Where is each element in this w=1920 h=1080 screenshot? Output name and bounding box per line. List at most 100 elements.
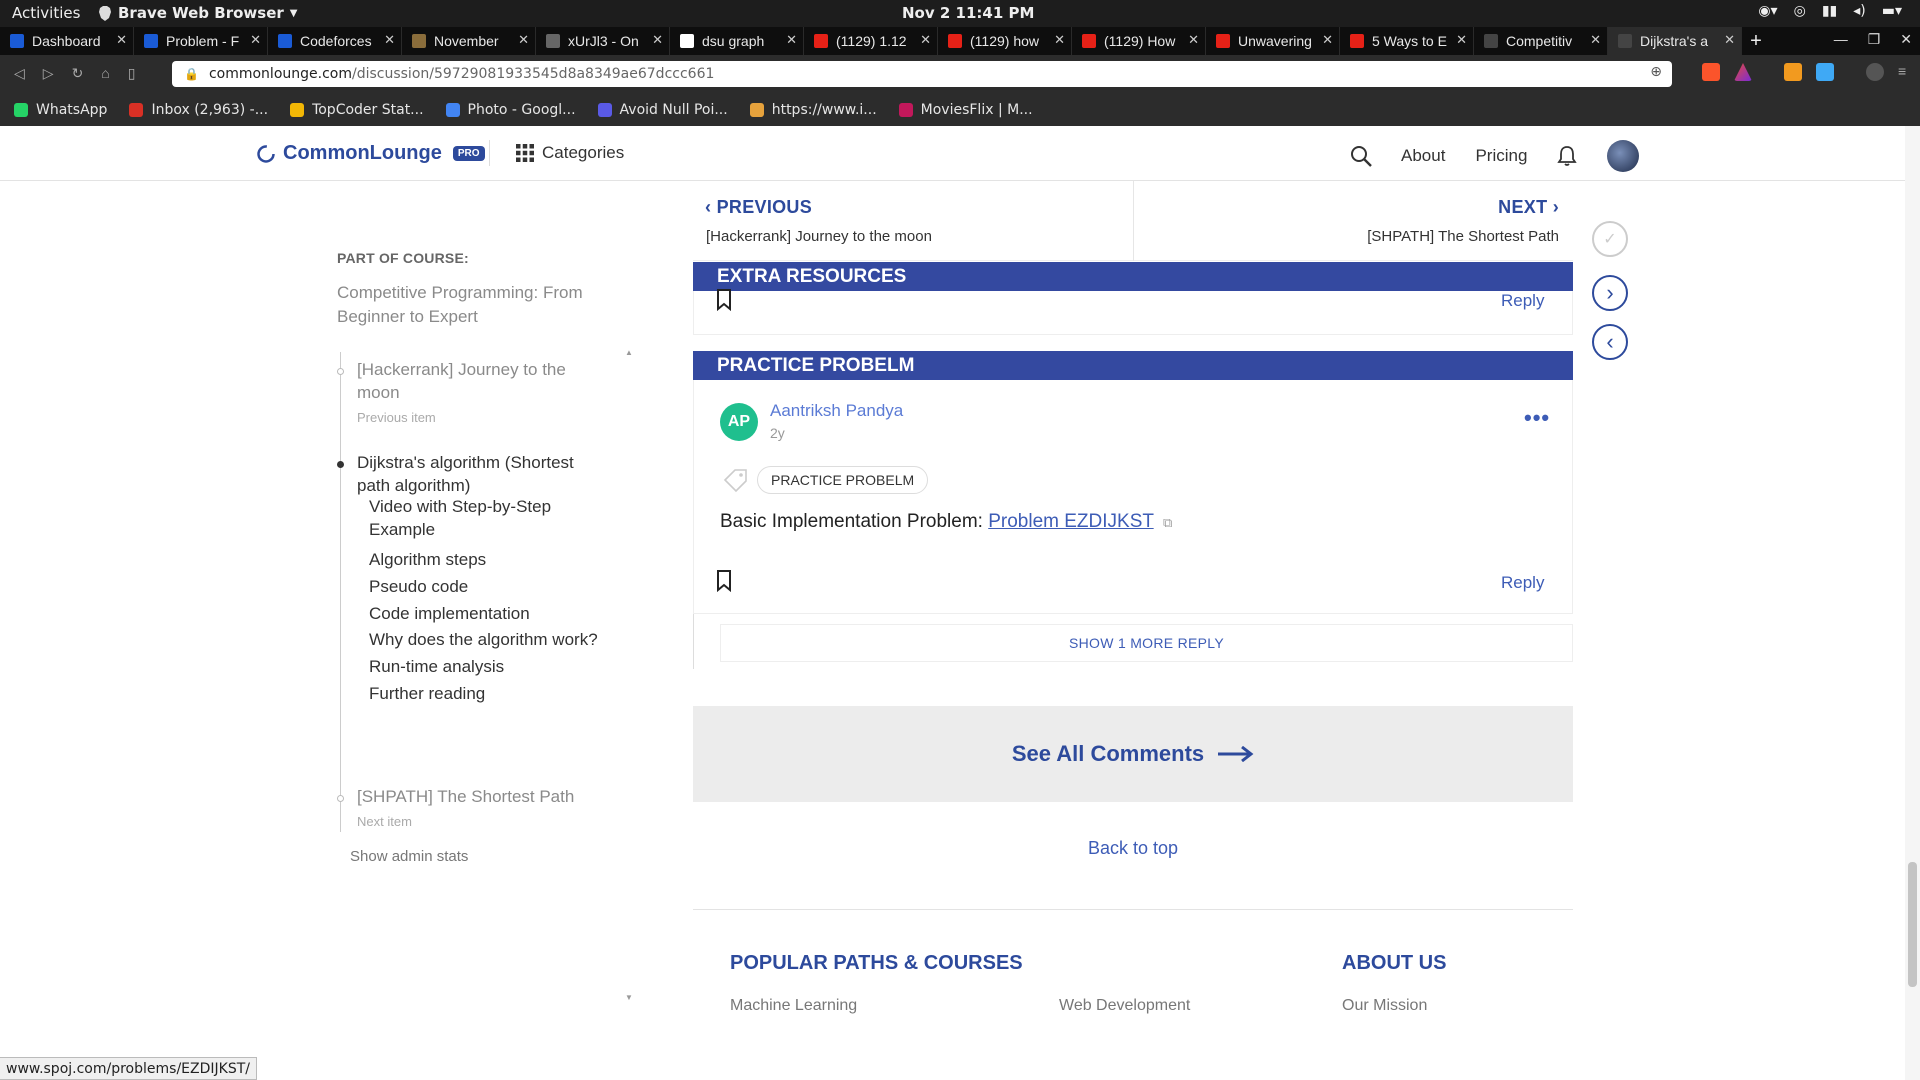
bookmark-item[interactable]: Photo - Googl...: [445, 102, 576, 118]
sidebar-section-link[interactable]: Pseudo code: [369, 575, 609, 598]
extension-pen-icon[interactable]: [1816, 63, 1834, 81]
forward-icon[interactable]: ▷: [43, 65, 54, 82]
about-link[interactable]: About: [1401, 146, 1445, 166]
show-more-replies-button[interactable]: SHOW 1 MORE REPLY: [720, 624, 1573, 662]
lock-icon[interactable]: 🔒: [184, 67, 199, 81]
browser-tab[interactable]: dsu graph ✕: [670, 27, 804, 55]
sidebar-item-previous[interactable]: [Hackerrank] Journey to the moon Previou…: [357, 358, 607, 429]
activities-button[interactable]: Activities: [12, 4, 80, 22]
more-options-icon[interactable]: •••: [1524, 405, 1550, 431]
footer-link-machine-learning[interactable]: Machine Learning: [730, 997, 857, 1015]
scroll-down-arrow-icon[interactable]: ▼: [625, 993, 633, 1002]
author-avatar[interactable]: AP: [720, 403, 758, 441]
footer-link-web-development[interactable]: Web Development: [1059, 997, 1190, 1015]
browser-tab[interactable]: Dijkstra's a ✕: [1608, 27, 1742, 55]
bookmark-icon[interactable]: [716, 289, 732, 311]
menu-icon[interactable]: ≡: [1898, 63, 1906, 81]
browser-tab[interactable]: Dashboard ✕: [0, 27, 134, 55]
extension-orange-icon[interactable]: [1784, 63, 1802, 81]
browser-tab[interactable]: Codeforces ✕: [268, 27, 402, 55]
problem-link[interactable]: Problem EZDIJKST: [988, 511, 1153, 532]
close-tab-icon[interactable]: ✕: [1456, 32, 1467, 48]
back-to-top-link[interactable]: Back to top: [693, 838, 1573, 859]
bookmark-item[interactable]: MoviesFlix | M...: [898, 102, 1033, 118]
author-name[interactable]: Aantriksh Pandya: [770, 401, 903, 421]
back-icon[interactable]: ◁: [14, 65, 25, 82]
zoom-icon[interactable]: ⊕: [1650, 64, 1662, 80]
next-link[interactable]: NEXT ›: [1498, 197, 1559, 218]
minimize-icon[interactable]: —: [1834, 31, 1848, 48]
sidebar-item-current[interactable]: Dijkstra's algorithm (Shortest path algo…: [357, 451, 607, 497]
sidebar-section-link[interactable]: Video with Step-by-Step Example: [369, 495, 609, 541]
close-window-icon[interactable]: ✕: [1900, 31, 1912, 48]
reload-icon[interactable]: ↻: [72, 65, 84, 82]
close-tab-icon[interactable]: ✕: [518, 32, 529, 48]
footer-link-our-mission[interactable]: Our Mission: [1342, 997, 1427, 1015]
next-rail-button[interactable]: ›: [1592, 275, 1628, 311]
user-avatar[interactable]: [1607, 140, 1640, 172]
app-menu[interactable]: Brave Web Browser ▼: [98, 4, 297, 22]
site-logo[interactable]: CommonLounge PRO: [256, 142, 485, 165]
show-admin-stats-link[interactable]: Show admin stats: [350, 848, 468, 865]
previous-link[interactable]: ‹ PREVIOUS: [705, 197, 812, 218]
system-tray[interactable]: ◉▾ ◎ ▮▮ ◂) ▬▾: [1758, 3, 1902, 19]
see-all-comments-button[interactable]: See All Comments: [693, 706, 1573, 802]
accessibility-icon[interactable]: ◉▾: [1758, 3, 1777, 19]
close-tab-icon[interactable]: ✕: [1188, 32, 1199, 48]
browser-tab[interactable]: Competitiv ✕: [1474, 27, 1608, 55]
sidebar-item-next[interactable]: [SHPATH] The Shortest Path Next item: [357, 785, 607, 833]
bookmark-icon[interactable]: [716, 570, 732, 592]
close-tab-icon[interactable]: ✕: [920, 32, 931, 48]
browser-tab[interactable]: Unwavering ✕: [1206, 27, 1340, 55]
browser-tab[interactable]: (1129) how ✕: [938, 27, 1072, 55]
course-title-link[interactable]: Competitive Programming: From Beginner t…: [337, 281, 597, 329]
page-scrollbar-thumb[interactable]: [1908, 862, 1917, 987]
home-icon[interactable]: ⌂: [101, 65, 109, 82]
categories-menu[interactable]: Categories: [516, 143, 624, 163]
sidebar-section-link[interactable]: Run-time analysis: [369, 655, 609, 678]
next-title[interactable]: [SHPATH] The Shortest Path: [1367, 228, 1559, 245]
close-tab-icon[interactable]: ✕: [250, 32, 261, 48]
bookmark-item[interactable]: WhatsApp: [14, 102, 107, 118]
bookmark-item[interactable]: Inbox (2,963) -...: [129, 102, 268, 118]
profile-icon[interactable]: [1866, 63, 1884, 81]
bookmark-item[interactable]: Avoid Null Poi...: [597, 102, 728, 118]
close-tab-icon[interactable]: ✕: [1322, 32, 1333, 48]
close-tab-icon[interactable]: ✕: [786, 32, 797, 48]
sidebar-section-link[interactable]: Algorithm steps: [369, 548, 609, 571]
brave-shields-icon[interactable]: [1702, 63, 1720, 81]
mark-complete-button[interactable]: ✓: [1592, 221, 1628, 257]
sidebar-section-link[interactable]: Code implementation: [369, 602, 609, 625]
reply-link[interactable]: Reply: [1501, 573, 1544, 593]
previous-title[interactable]: [Hackerrank] Journey to the moon: [706, 228, 932, 245]
close-tab-icon[interactable]: ✕: [1724, 32, 1735, 48]
close-tab-icon[interactable]: ✕: [652, 32, 663, 48]
tag-chip[interactable]: PRACTICE PROBELM: [757, 466, 929, 494]
restore-icon[interactable]: ❐: [1868, 31, 1881, 48]
browser-tab[interactable]: November ✕: [402, 27, 536, 55]
bell-icon[interactable]: [1557, 145, 1578, 167]
brave-rewards-icon[interactable]: [1734, 63, 1752, 81]
new-tab-button[interactable]: +: [1742, 27, 1770, 55]
close-tab-icon[interactable]: ✕: [1054, 32, 1065, 48]
bookmark-page-icon[interactable]: ▯: [128, 65, 136, 82]
previous-rail-button[interactable]: ‹: [1592, 324, 1628, 360]
address-bar[interactable]: 🔒 commonlounge.com/discussion/5972908193…: [172, 61, 1672, 87]
reply-link[interactable]: Reply: [1501, 291, 1544, 311]
sidebar-scrollbar[interactable]: ▲ ▼: [625, 348, 635, 1006]
browser-tab[interactable]: xUrJl3 - On ✕: [536, 27, 670, 55]
sidebar-section-link[interactable]: Why does the algorithm work?: [369, 628, 609, 651]
search-icon[interactable]: [1350, 145, 1372, 167]
browser-tab[interactable]: Problem - F ✕: [134, 27, 268, 55]
bookmark-item[interactable]: TopCoder Stat...: [290, 102, 424, 118]
browser-tab[interactable]: (1129) 1.12 ✕: [804, 27, 938, 55]
page-scrollbar[interactable]: [1905, 126, 1920, 1080]
close-tab-icon[interactable]: ✕: [1590, 32, 1601, 48]
pricing-link[interactable]: Pricing: [1475, 146, 1527, 166]
close-tab-icon[interactable]: ✕: [116, 32, 127, 48]
sidebar-section-link[interactable]: Further reading: [369, 682, 609, 705]
close-tab-icon[interactable]: ✕: [384, 32, 395, 48]
scroll-up-arrow-icon[interactable]: ▲: [625, 348, 635, 357]
clock[interactable]: Nov 2 11:41 PM: [902, 4, 1034, 22]
bookmark-item[interactable]: https://www.i...: [749, 102, 877, 118]
